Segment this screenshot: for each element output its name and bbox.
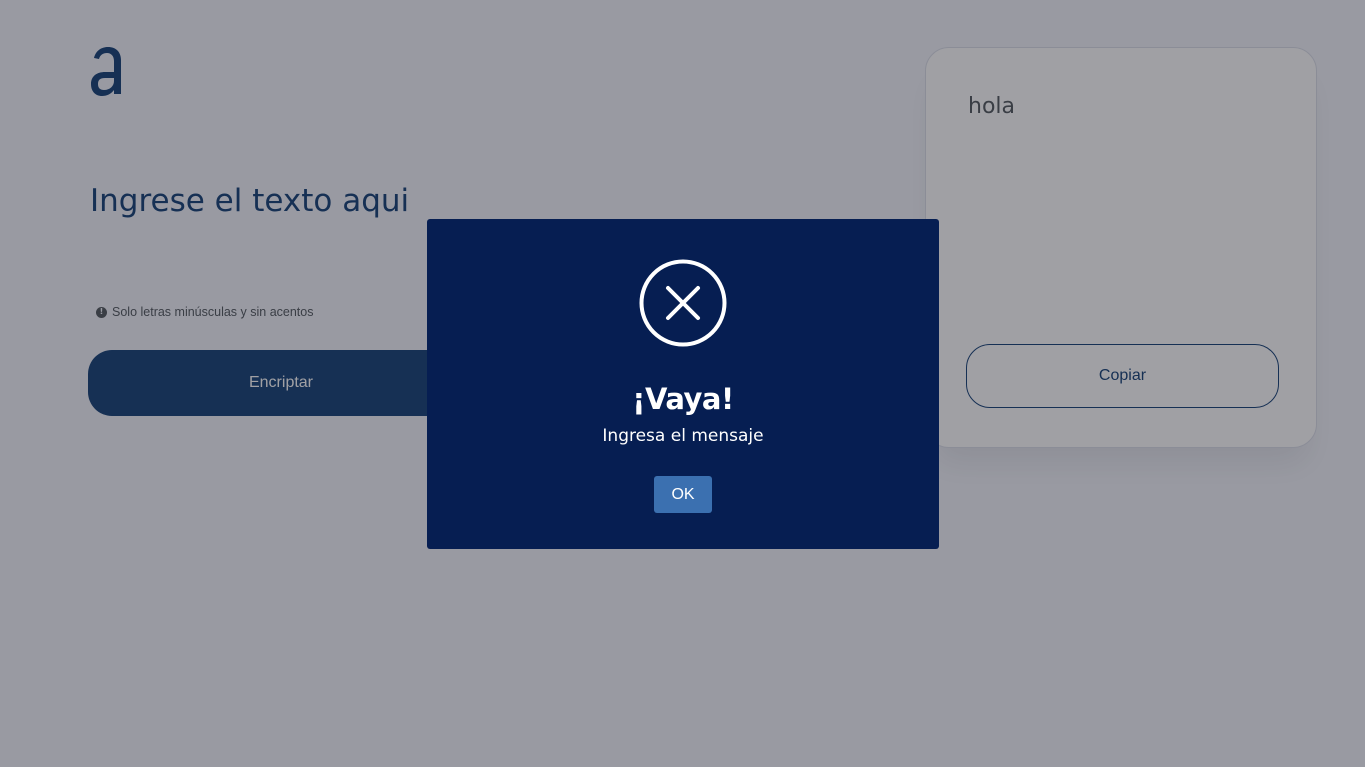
ok-button[interactable]: OK bbox=[654, 476, 712, 513]
dialog-message: Ingresa el mensaje bbox=[602, 426, 764, 446]
error-dialog: ¡Vaya! Ingresa el mensaje OK bbox=[427, 219, 939, 549]
dialog-title: ¡Vaya! bbox=[632, 382, 734, 416]
error-x-circle-icon bbox=[639, 259, 727, 347]
